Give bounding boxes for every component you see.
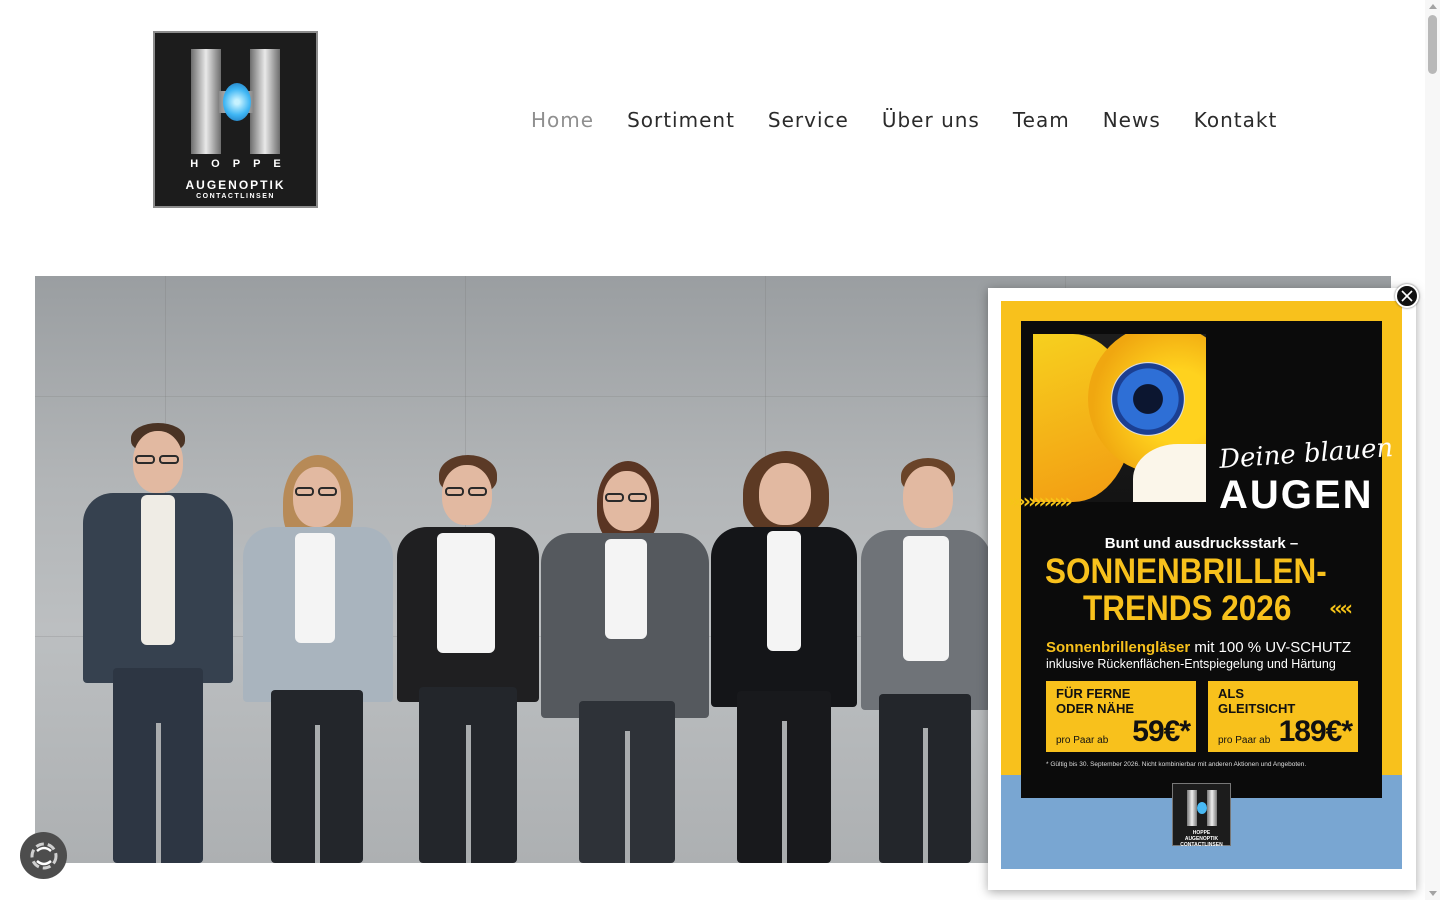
poster-lens-line: Sonnenbrillengläser mit 100 % UV-SCHUTZ bbox=[1046, 639, 1351, 656]
scroll-up-icon[interactable] bbox=[1429, 4, 1437, 9]
offer-prefix: pro Paar ab bbox=[1056, 735, 1109, 746]
toucan-eye bbox=[1111, 362, 1185, 436]
page-scrollbar[interactable] bbox=[1425, 0, 1440, 900]
poster-footnote: * Gültig bis 30. September 2026. Nicht k… bbox=[1046, 761, 1307, 768]
logo-blue-dot bbox=[223, 83, 251, 121]
main-navigation: Home Sortiment Service Über uns Team New… bbox=[531, 107, 1277, 133]
team-member-3 bbox=[397, 455, 539, 863]
offer-title-line2: ODER NÄHE bbox=[1056, 701, 1135, 716]
poster-headline: AUGEN bbox=[1219, 473, 1374, 517]
toucan-image bbox=[1033, 334, 1206, 502]
poster-lens-rest: mit 100 % UV-SCHUTZ bbox=[1190, 639, 1352, 656]
mini-logo-line3: CONTACTLINSEN bbox=[1180, 842, 1223, 848]
offer-title-line1: ALS bbox=[1218, 686, 1244, 701]
poster-trend-line-2: TRENDS 2026 bbox=[1083, 589, 1292, 628]
poster-lens-line-2: inklusive Rückenflächen-Entspiegelung un… bbox=[1046, 657, 1336, 671]
nav-item-ueber-uns[interactable]: Über uns bbox=[882, 107, 980, 133]
close-icon bbox=[1401, 290, 1413, 302]
nav-item-team[interactable]: Team bbox=[1013, 107, 1070, 133]
offer-box-gleitsicht: ALS GLEITSICHT pro Paar ab 189€* bbox=[1208, 681, 1358, 752]
poster-lens-highlight: Sonnenbrillengläser bbox=[1046, 639, 1191, 656]
nav-item-sortiment[interactable]: Sortiment bbox=[627, 107, 735, 133]
promo-popup: Deine blauen AUGEN ›››››››››››› Bunt und… bbox=[988, 288, 1416, 890]
offer-prefix: pro Paar ab bbox=[1218, 735, 1271, 746]
poster-trend-line-1: SONNENBRILLEN- bbox=[1045, 552, 1327, 591]
cookie-settings-icon bbox=[30, 842, 57, 869]
poster-subheadline: Bunt und ausdrucksstark – bbox=[1104, 535, 1299, 552]
logo-text-augenoptik: AUGENOPTIK bbox=[185, 178, 286, 192]
logo-text-hoppe: HOPPE bbox=[190, 158, 294, 170]
nav-item-home[interactable]: Home bbox=[531, 107, 594, 133]
offer-title-line2: GLEITSICHT bbox=[1218, 701, 1296, 716]
team-member-1 bbox=[83, 423, 233, 863]
site-logo[interactable]: HOPPE AUGENOPTIK CONTACTLINSEN bbox=[153, 31, 318, 208]
offer-title-line1: FÜR FERNE bbox=[1056, 686, 1131, 701]
promo-poster[interactable]: Deine blauen AUGEN ›››››››››››› Bunt und… bbox=[1001, 301, 1402, 869]
offer-price: 59€* bbox=[1132, 715, 1191, 748]
team-member-6 bbox=[861, 458, 991, 863]
chevrons-right-icon: ›››››››››››› bbox=[1007, 489, 1073, 513]
nav-item-kontakt[interactable]: Kontakt bbox=[1194, 107, 1278, 133]
team-member-2 bbox=[243, 455, 393, 863]
team-member-5 bbox=[711, 451, 857, 863]
logo-bar-right bbox=[250, 49, 280, 154]
scrollbar-thumb[interactable] bbox=[1428, 15, 1437, 74]
chevrons-left-icon: ‹‹‹‹ bbox=[1329, 596, 1353, 620]
logo-bar-left bbox=[191, 49, 221, 154]
popup-close-button[interactable] bbox=[1395, 284, 1419, 308]
nav-item-news[interactable]: News bbox=[1103, 107, 1161, 133]
poster-mini-logo: HOPPE AUGENOPTIK CONTACTLINSEN bbox=[1172, 783, 1231, 848]
offer-box-ferne-naehe: FÜR FERNE ODER NÄHE pro Paar ab 59€* bbox=[1046, 681, 1196, 752]
cookie-settings-button[interactable] bbox=[20, 832, 67, 879]
logo-text-contactlinsen: CONTACTLINSEN bbox=[196, 193, 275, 200]
scroll-down-icon[interactable] bbox=[1429, 891, 1437, 896]
nav-item-service[interactable]: Service bbox=[768, 107, 849, 133]
team-member-4 bbox=[541, 461, 709, 863]
offer-price: 189€* bbox=[1278, 715, 1353, 748]
